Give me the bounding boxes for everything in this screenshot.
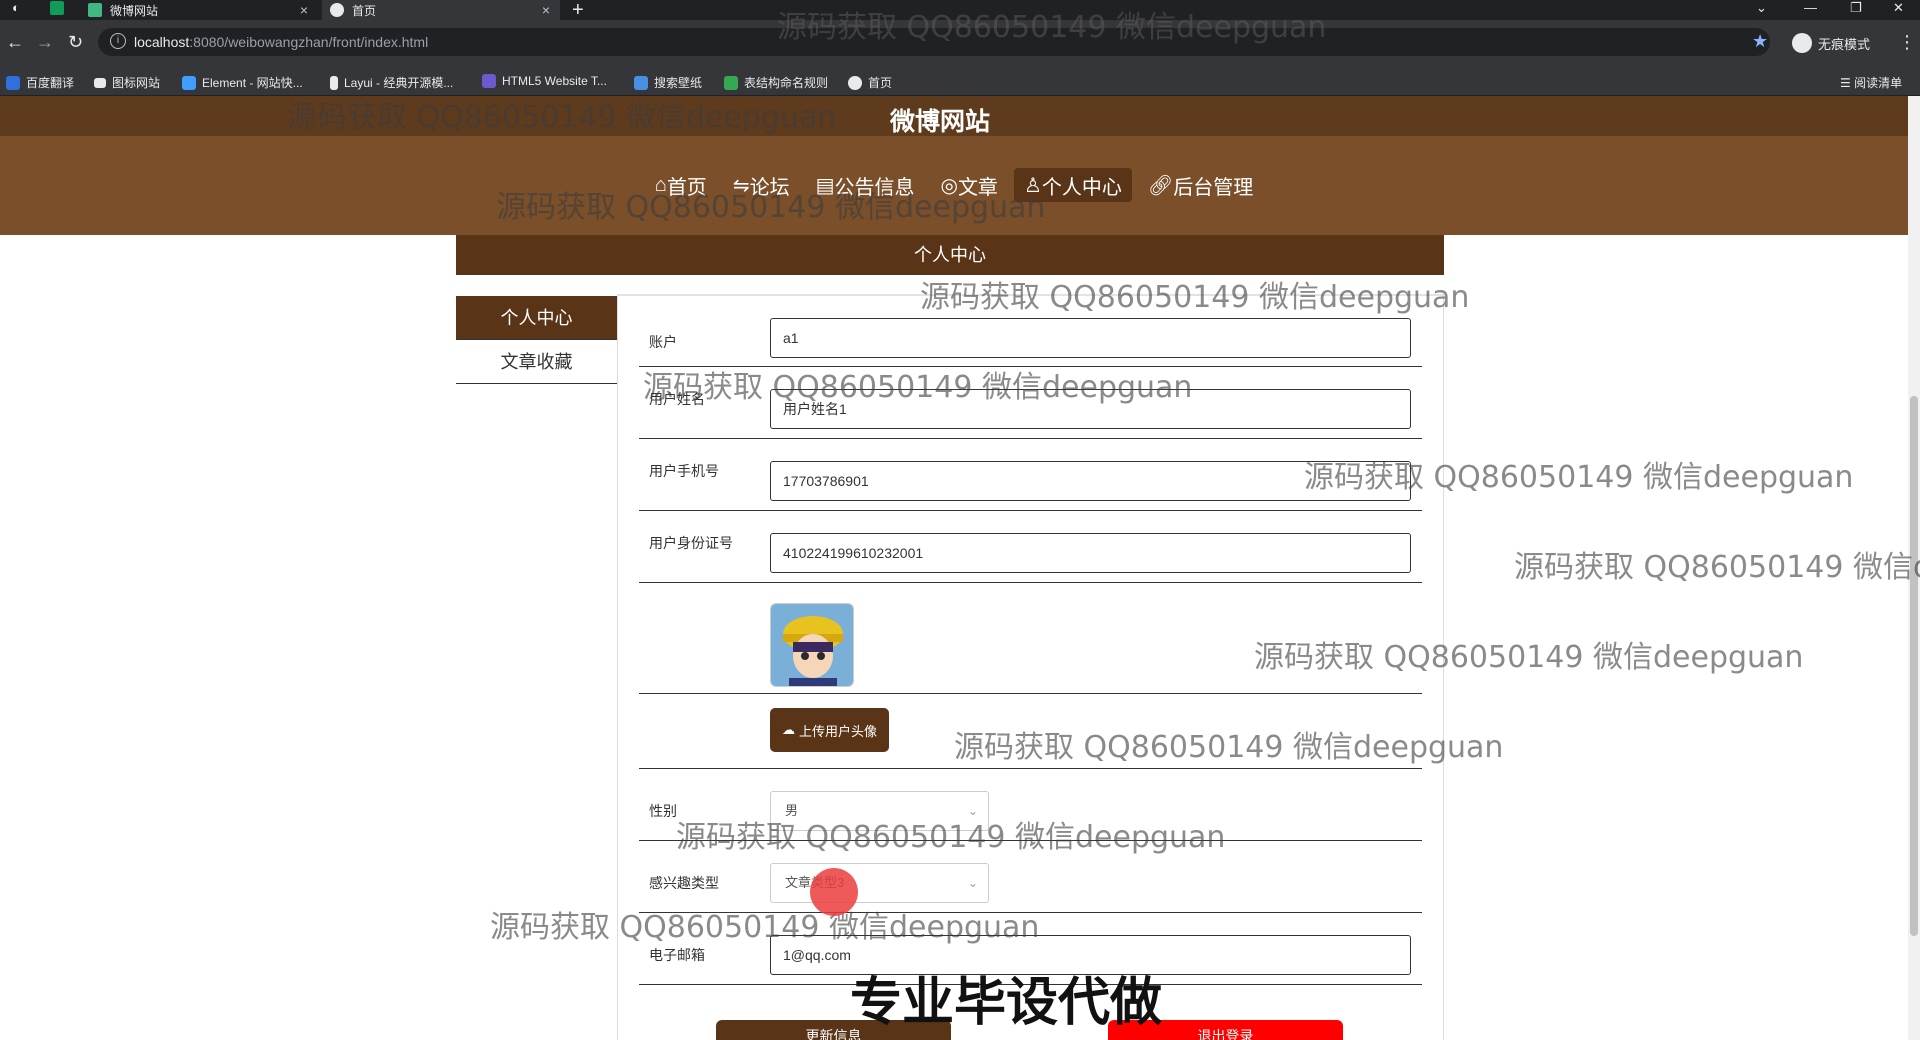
incognito-indicator[interactable]: 无痕模式 xyxy=(1792,33,1870,53)
globe-icon xyxy=(330,3,344,17)
click-indicator xyxy=(810,868,858,916)
watermark: 源码获取 QQ86050149 微信deepguan xyxy=(490,910,1040,945)
upload-label: 上传用户头像 xyxy=(798,723,877,739)
watermark: 源码获取 QQ86050149 微信deepguan xyxy=(1254,640,1804,675)
watermark: 源码获取 QQ86050149 微信deepguan xyxy=(954,730,1504,765)
reload-icon[interactable]: ↻ xyxy=(68,32,83,53)
nav-label: 后台管理 xyxy=(1173,176,1254,199)
reading-list[interactable]: ☰ 阅读清单 xyxy=(1840,74,1902,91)
layui-icon xyxy=(330,75,338,90)
watermark: 源码获取 QQ86050149 微信deepguan xyxy=(643,370,1193,405)
reading-list-label: 阅读清单 xyxy=(1854,76,1903,90)
watermark: 源码获取 QQ86050149 微信deepguan xyxy=(1514,550,1920,585)
browser-menu-icon[interactable]: ◐ xyxy=(12,0,20,15)
tab-label: 首页 xyxy=(352,3,377,18)
gender-label: 性别 xyxy=(649,803,677,819)
table-icon xyxy=(724,75,738,90)
window-close-icon[interactable]: ✕ xyxy=(1893,0,1904,16)
watermark: 源码获取 QQ86050149 微信deepguan xyxy=(287,100,837,135)
sidebar-item-article-favorites[interactable]: 文章收藏 xyxy=(456,340,617,384)
account-label: 账户 xyxy=(649,334,677,350)
bookmark-star-icon[interactable]: ★ xyxy=(1752,31,1768,52)
bookmark-item[interactable]: 搜索壁纸 xyxy=(634,74,702,91)
bookmarks-bar: 百度翻译 图标网站 Element - 网站快... Layui - 经典开源模… xyxy=(0,68,1920,96)
minimize-icon[interactable]: — xyxy=(1804,0,1817,15)
flag-icon xyxy=(94,77,106,88)
tab-search-icon[interactable]: ⌄ xyxy=(1756,0,1767,16)
form-row-account: 账户 a1 xyxy=(639,318,1422,367)
interest-label: 感兴趣类型 xyxy=(649,875,719,891)
watermark: 源码获取 QQ86050149 微信deepguan xyxy=(1304,460,1854,495)
section-title: 个人中心 xyxy=(456,235,1444,275)
tab-label: 微博网站 xyxy=(110,3,159,18)
bookmark-item[interactable]: Layui - 经典开源模... xyxy=(330,74,453,91)
incognito-label: 无痕模式 xyxy=(1818,36,1871,52)
idcard-field[interactable]: 410224199610232001 xyxy=(770,533,1411,573)
account-field[interactable]: a1 xyxy=(770,318,1411,358)
html5-icon xyxy=(482,74,496,88)
new-tab-button[interactable]: + xyxy=(572,0,584,22)
avatar xyxy=(770,603,854,687)
bookmark-item[interactable]: Element - 网站快... xyxy=(182,74,303,91)
url-text: localhost:8080/weibowangzhan/front/index… xyxy=(134,34,429,50)
site-info-icon[interactable]: i xyxy=(110,33,126,49)
close-icon[interactable]: × xyxy=(542,2,550,18)
watermark: 源码获取 QQ86050149 微信deepguan xyxy=(496,190,1046,225)
tab-home[interactable]: 首页 × xyxy=(322,0,560,20)
site-title: 微博网站 xyxy=(889,108,990,136)
scrollbar-thumb[interactable] xyxy=(1910,396,1918,936)
bookmark-item[interactable]: 百度翻译 xyxy=(6,74,74,91)
restore-icon[interactable]: ❐ xyxy=(1850,0,1862,16)
phone-label: 用户手机号 xyxy=(649,463,719,479)
incognito-icon xyxy=(1792,33,1812,53)
link-icon: 🔗︎ xyxy=(1147,174,1174,197)
sidebar-item-personal-center[interactable]: 个人中心 xyxy=(456,296,617,340)
bookmark-item[interactable]: 图标网站 xyxy=(94,74,160,91)
sidebar: 个人中心 文章收藏 xyxy=(456,296,617,384)
chevron-down-icon: ⌄ xyxy=(967,876,978,890)
interest-select[interactable]: 文章类型3 ⌄ xyxy=(770,863,989,903)
bookmark-item[interactable]: HTML5 Website T... xyxy=(482,74,607,88)
globe-icon xyxy=(848,75,862,90)
form-row-idcard: 用户身份证号 410224199610232001 xyxy=(639,511,1422,583)
close-icon[interactable]: × xyxy=(300,2,308,18)
browser-menu-kebab-icon[interactable]: ⋮ xyxy=(1898,32,1916,53)
watermark: 源码获取 QQ86050149 微信deepguan xyxy=(676,820,1226,855)
watermark: 源码获取 QQ86050149 微信deepguan xyxy=(920,280,1470,315)
idcard-label: 用户身份证号 xyxy=(649,535,733,551)
nav-admin[interactable]: 🔗︎ 后台管理 xyxy=(1138,168,1263,202)
back-icon[interactable]: ← xyxy=(6,32,24,53)
tab-weibo[interactable]: 微博网站 × xyxy=(80,0,318,20)
watermark: 源码获取 QQ86050149 微信deepguan xyxy=(777,10,1327,45)
wallpaper-icon xyxy=(634,75,648,90)
email-label: 电子邮箱 xyxy=(649,947,705,963)
promo-watermark: 专业毕设代做 xyxy=(850,973,1163,1033)
bookmark-item[interactable]: 首页 xyxy=(848,74,892,91)
page-viewport: 微博网站 ⌂ 首页 ⇋ 论坛 ▤ 公告信息 ◎ 文章 ♙ 个人中心 🔗︎ 后台管理 个人中心… xyxy=(0,96,1920,1040)
bookmark-item[interactable]: 表结构命名规则 xyxy=(724,74,828,91)
translate-icon xyxy=(6,75,20,90)
nav-label: 个人中心 xyxy=(1041,176,1122,199)
vue-icon xyxy=(88,3,102,17)
element-icon xyxy=(182,75,196,90)
sheet-tab-icon[interactable] xyxy=(50,1,64,15)
forward-icon[interactable]: → xyxy=(36,32,54,53)
cloud-upload-icon: ☁ xyxy=(781,722,795,737)
upload-avatar-button[interactable]: ☁ 上传用户头像 xyxy=(770,708,889,752)
